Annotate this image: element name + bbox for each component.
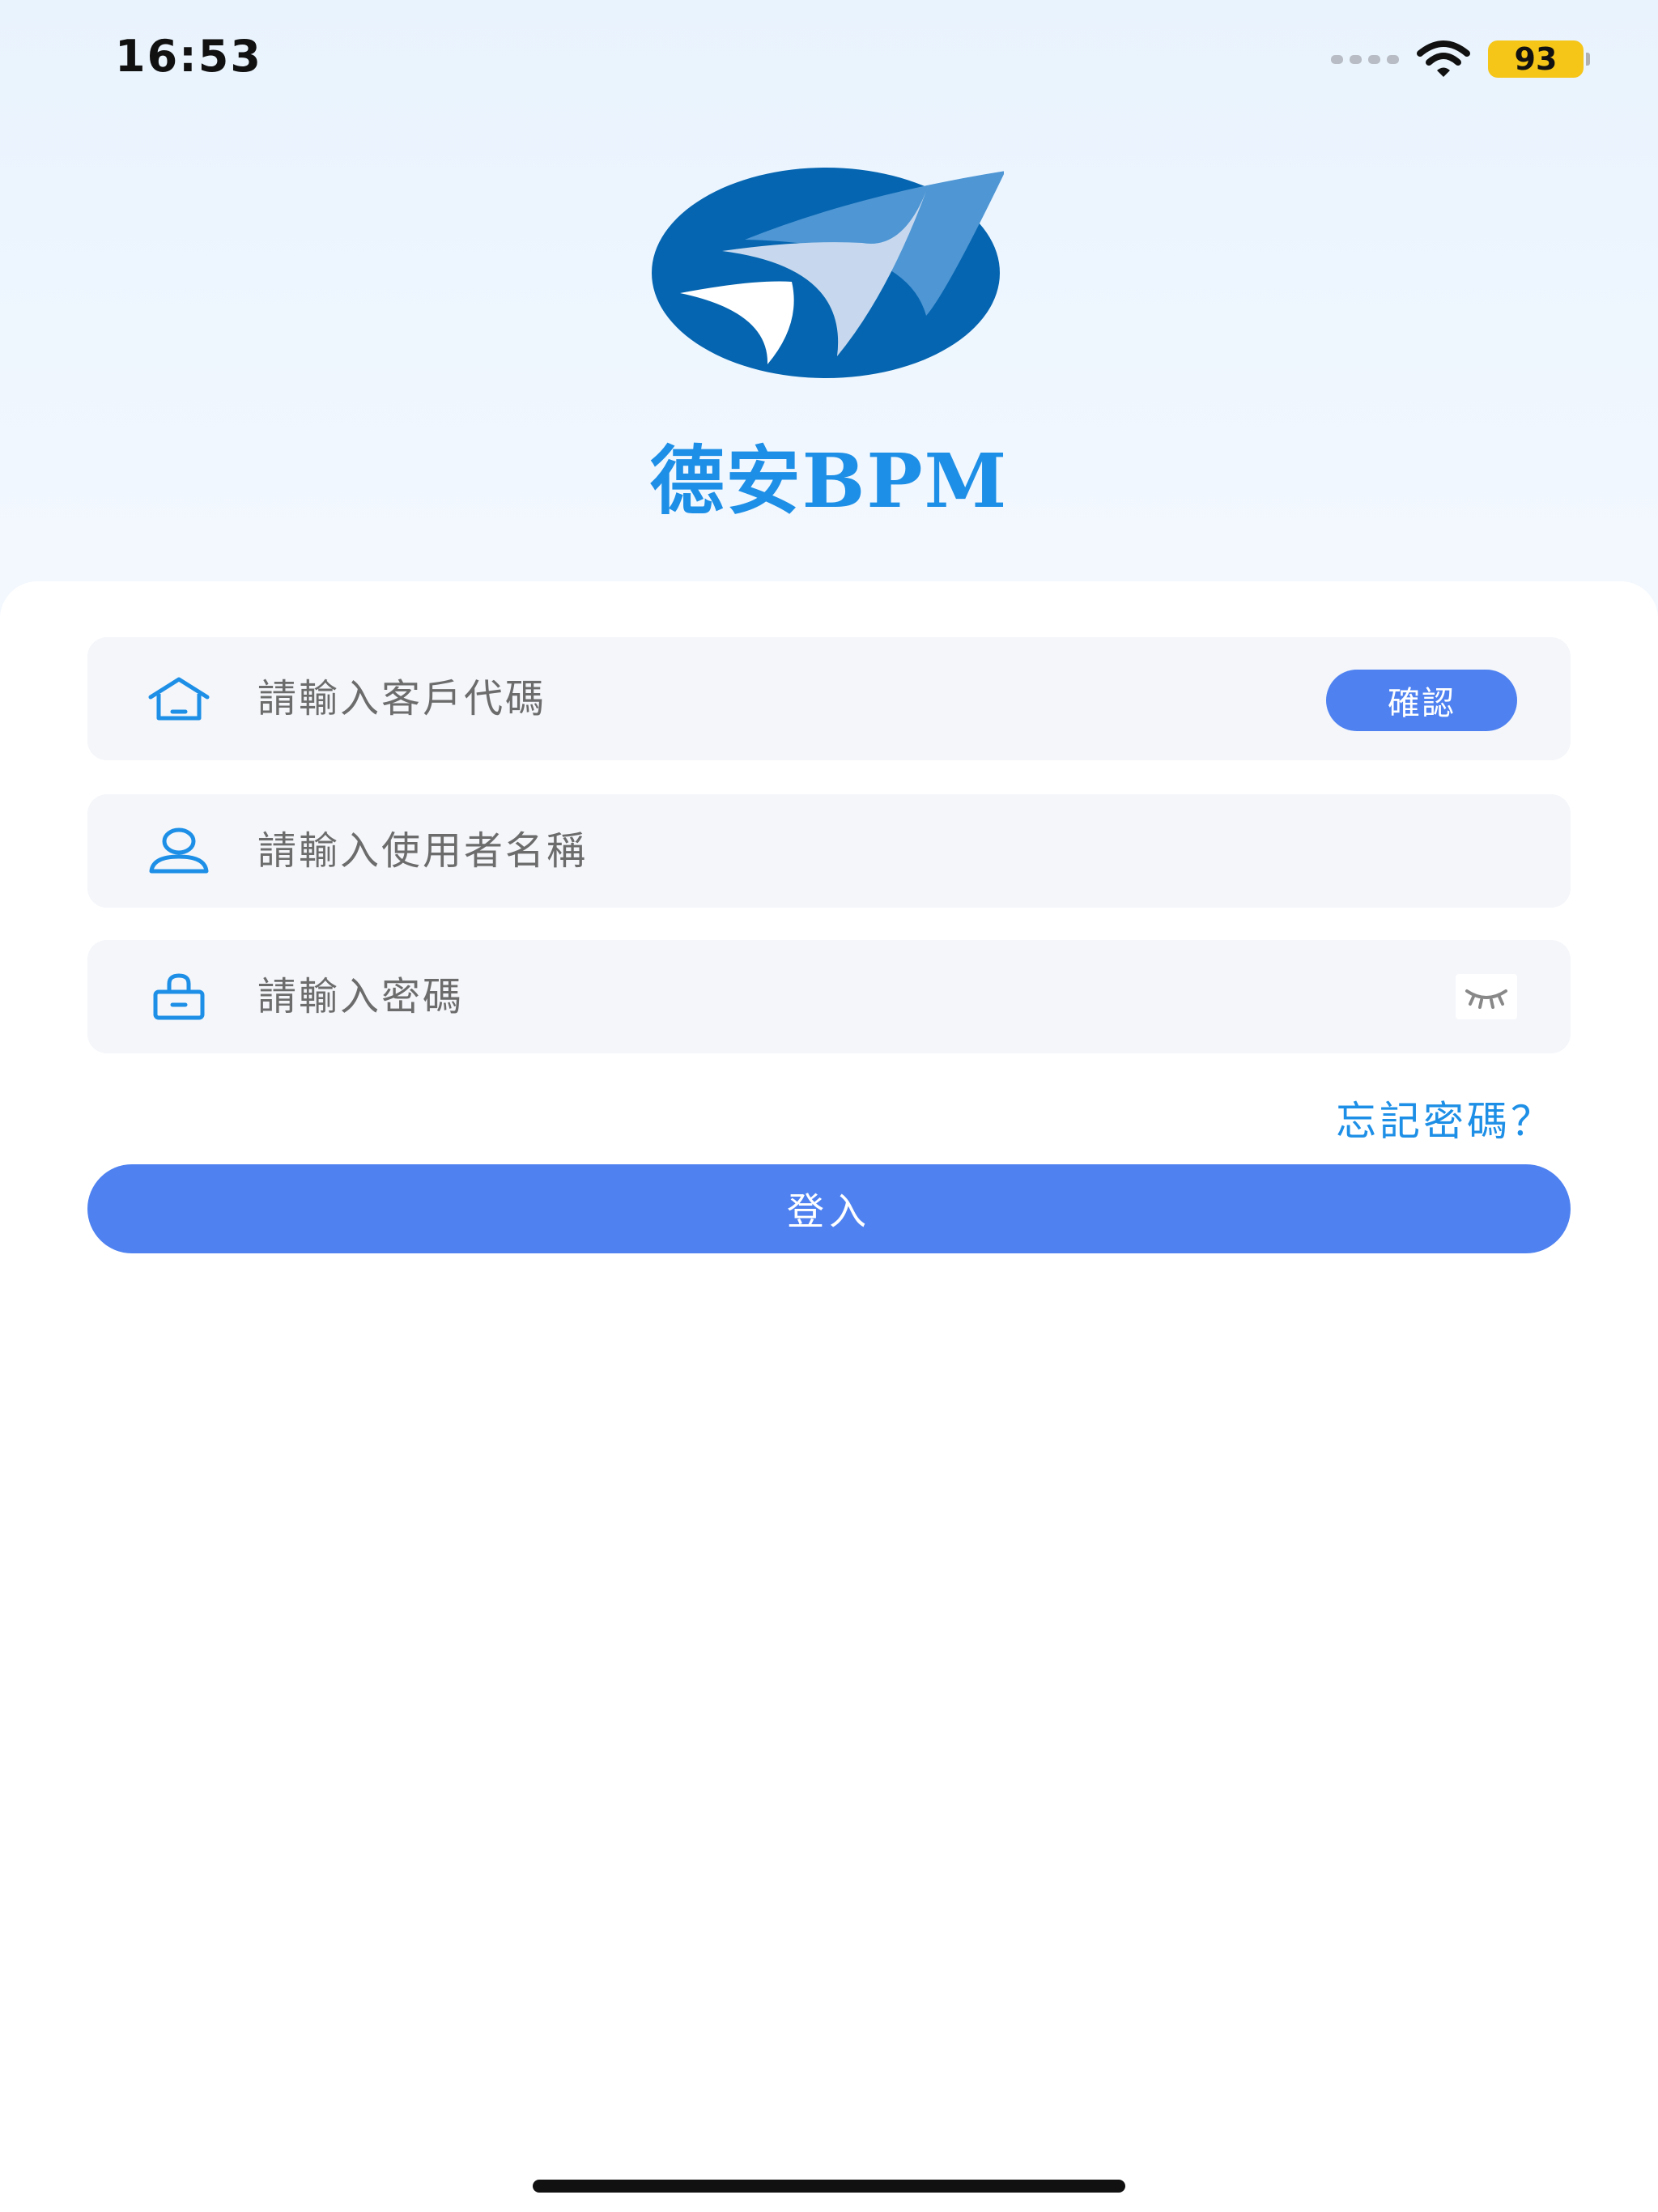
user-icon <box>146 827 212 875</box>
eye-closed-icon[interactable] <box>1456 974 1517 1019</box>
customer-code-input[interactable] <box>257 637 1409 760</box>
home-indicator[interactable] <box>533 2180 1125 2193</box>
paper-plane-logo-icon <box>652 168 1004 378</box>
home-icon <box>146 674 212 723</box>
password-field <box>87 940 1571 1053</box>
username-input[interactable] <box>257 794 1409 908</box>
password-input[interactable] <box>257 940 1409 1053</box>
customer-code-field: 確認 <box>87 637 1571 760</box>
cellular-signal-icon <box>1331 54 1399 64</box>
status-time: 16:53 <box>115 31 262 82</box>
status-icons: 93 <box>1331 40 1590 78</box>
login-screen: 16:53 93 德安BPM 請輸入客戶代碼 確認 請輸入使用者名稱 忘記密碼？… <box>0 0 1658 2212</box>
lock-icon <box>146 972 212 1021</box>
confirm-button[interactable]: 確認 <box>1326 670 1517 731</box>
forgot-password-link[interactable]: 忘記密碼？ <box>1336 1089 1554 1147</box>
battery-icon: 93 <box>1488 40 1590 78</box>
login-button[interactable]: 登入 <box>87 1164 1571 1253</box>
brand-title: 德安BPM <box>649 437 1009 525</box>
username-field <box>87 794 1571 908</box>
battery-level: 93 <box>1488 40 1584 78</box>
wifi-icon <box>1417 40 1470 77</box>
